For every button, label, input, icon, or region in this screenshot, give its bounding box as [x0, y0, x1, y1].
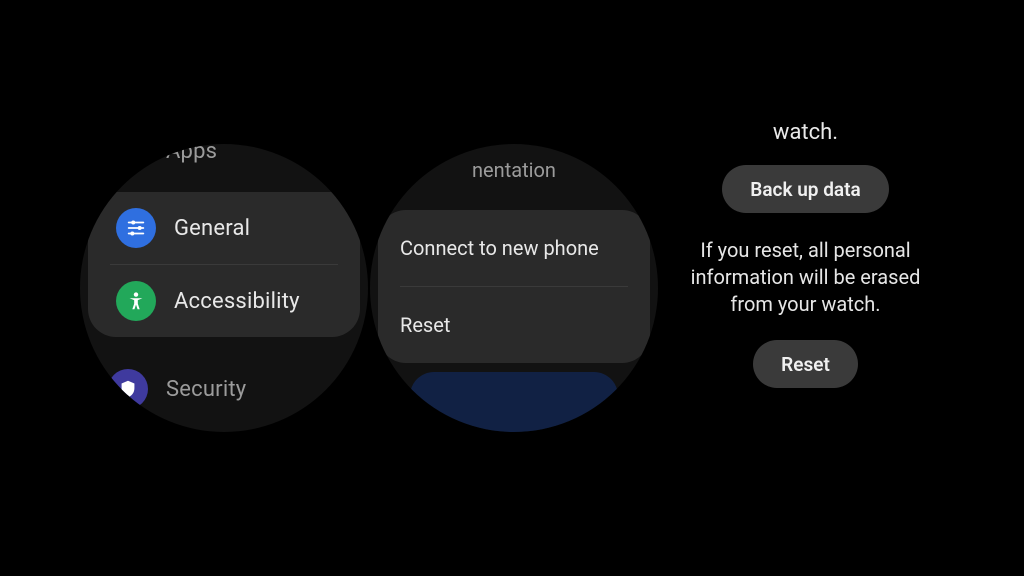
list-item-label: Security [166, 377, 246, 402]
partial-text-top: nentation [370, 158, 658, 182]
general-card: Connect to new phone Reset [378, 210, 650, 363]
shield-icon-svg [117, 378, 139, 400]
reset-confirm-panel: watch. Back up data If you reset, all pe… [668, 120, 943, 388]
partial-text-top: watch. [773, 120, 838, 145]
watch-face-settings-list: Apps [80, 144, 368, 432]
reset-button[interactable]: Reset [753, 340, 858, 388]
list-item-reset[interactable]: Reset [378, 287, 650, 363]
list-item-label: Reset [400, 313, 450, 337]
list-item-security[interactable]: Security [80, 359, 368, 419]
watch-inner: Apps [80, 144, 368, 432]
list-item-connect-new-phone[interactable]: Connect to new phone [378, 210, 650, 286]
list-item-label: Accessibility [174, 289, 300, 314]
list-item-general[interactable]: General [88, 192, 360, 264]
stage: Apps [0, 0, 1024, 576]
reset-warning-text: If you reset, all personal information w… [668, 237, 943, 318]
list-item-accessibility[interactable]: Accessibility [88, 265, 360, 337]
shield-icon [108, 369, 148, 409]
watch-face-general-menu: nentation Connect to new phone Reset [370, 144, 658, 432]
sliders-icon-svg [125, 217, 147, 239]
accessibility-icon [116, 281, 156, 321]
backup-data-button[interactable]: Back up data [722, 165, 888, 213]
list-item-label: General [174, 216, 250, 241]
list-item-label: Apps [166, 144, 217, 164]
list-item-label: Connect to new phone [400, 236, 599, 260]
grid-icon [117, 144, 139, 162]
settings-card: General Accessibility [88, 192, 360, 337]
list-item-apps[interactable]: Apps [80, 144, 368, 174]
sliders-icon [116, 208, 156, 248]
person-icon [125, 290, 147, 312]
apps-icon [108, 144, 148, 171]
settings-list[interactable]: Apps [80, 144, 368, 419]
partial-card-bottom[interactable] [410, 372, 618, 432]
